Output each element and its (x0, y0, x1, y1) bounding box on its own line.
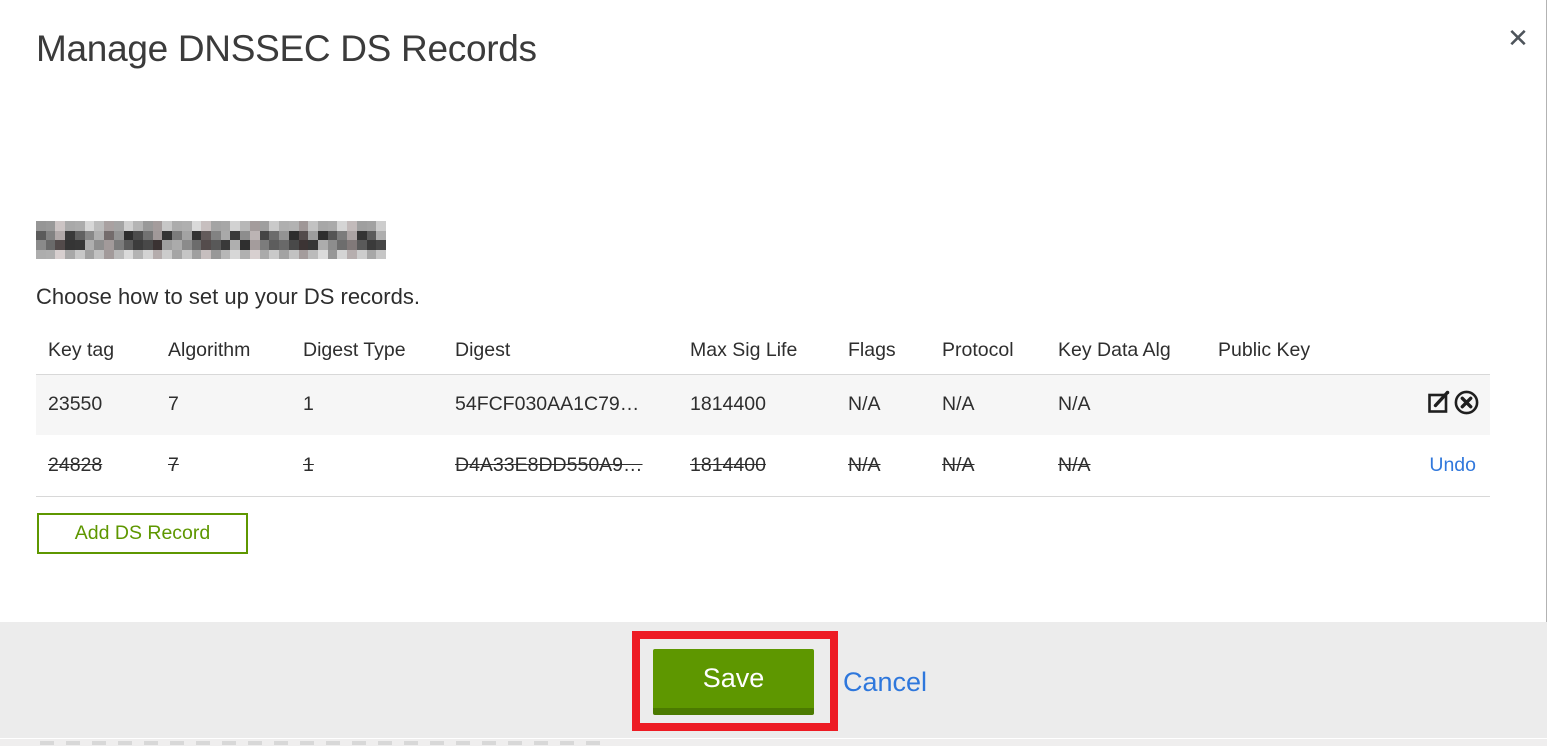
col-header-public-key: Public Key (1206, 328, 1336, 375)
col-header-key-tag: Key tag (36, 328, 156, 375)
cell-flags: N/A (848, 453, 881, 476)
page-title: Manage DNSSEC DS Records (36, 28, 537, 69)
cell-protocol: N/A (942, 453, 975, 476)
cell-digest: D4A33E8DD550A9… (455, 453, 643, 476)
cell-key-data-alg: N/A (1058, 393, 1091, 416)
row-actions (1336, 374, 1490, 435)
redacted-domain-name (36, 221, 386, 259)
col-header-algorithm: Algorithm (156, 328, 291, 375)
cell-key-tag: 23550 (48, 393, 103, 416)
cell-max-sig-life: 1814400 (690, 393, 766, 416)
background-text-fragment (40, 741, 600, 745)
cell-flags: N/A (848, 393, 881, 416)
save-button[interactable]: Save (653, 649, 814, 715)
col-header-key-data-alg: Key Data Alg (1046, 328, 1206, 375)
cell-algorithm: 7 (168, 393, 179, 416)
dnssec-modal: Manage DNSSEC DS Records ✕ Choose how to… (0, 0, 1547, 738)
cell-public-key (1206, 435, 1336, 496)
page: Manage DNSSEC DS Records ✕ Choose how to… (0, 0, 1568, 746)
col-header-max-sig-life: Max Sig Life (678, 328, 836, 375)
close-icon[interactable]: ✕ (1500, 20, 1536, 56)
cell-key-data-alg: N/A (1058, 453, 1091, 476)
col-header-actions (1336, 328, 1490, 375)
cell-key-tag: 24828 (48, 453, 103, 476)
cell-digest-type: 1 (303, 393, 314, 416)
cell-protocol: N/A (942, 393, 975, 416)
table-row: 23550 7 1 54FCF030AA1C79… 1814400 N/A N/… (36, 374, 1490, 435)
row-actions: Undo (1336, 435, 1490, 496)
cell-public-key (1206, 374, 1336, 435)
col-header-flags: Flags (836, 328, 930, 375)
col-header-digest-type: Digest Type (291, 328, 443, 375)
background-page-edge (0, 739, 1547, 746)
cell-digest: 54FCF030AA1C79… (455, 393, 640, 416)
cell-max-sig-life: 1814400 (690, 453, 766, 476)
ds-records-table: Key tag Algorithm Digest Type Digest Max… (36, 328, 1490, 497)
instruction-text: Choose how to set up your DS records. (36, 284, 420, 309)
cell-algorithm: 7 (168, 453, 179, 476)
table-header-row: Key tag Algorithm Digest Type Digest Max… (36, 328, 1490, 375)
edit-icon[interactable] (1426, 388, 1453, 421)
table-row-deleted: 24828 7 1 D4A33E8DD550A9… 1814400 N/A N/… (36, 435, 1490, 496)
col-header-digest: Digest (443, 328, 678, 375)
cell-digest-type: 1 (303, 453, 314, 476)
undo-link[interactable]: Undo (1429, 454, 1480, 476)
add-ds-record-button[interactable]: Add DS Record (37, 513, 248, 554)
cancel-link[interactable]: Cancel (843, 667, 927, 698)
col-header-protocol: Protocol (930, 328, 1046, 375)
delete-record-icon[interactable] (1453, 388, 1480, 421)
